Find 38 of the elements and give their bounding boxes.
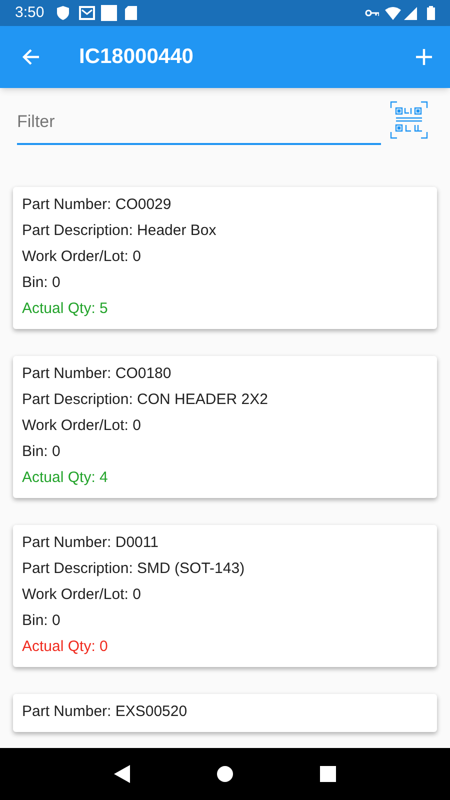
screen-title: IC18000440 (79, 44, 194, 70)
battery-icon (427, 6, 435, 20)
key-icon (365, 9, 379, 17)
wifi-icon (385, 6, 401, 20)
part-detail: Part Description: Header Box (22, 221, 218, 240)
actual-qty: Actual Qty: 0 (22, 637, 109, 656)
part-card[interactable]: Part Number: CO0180 Part Description: CON HEADER 2X2 Work Order/Lot: 0 Bin: 0 Actual Qty: 4 (13, 356, 437, 498)
back-arrow-icon (22, 48, 40, 66)
part-detail: Bin: 0 (22, 611, 62, 630)
actual-qty: Actual Qty: 4 (22, 468, 109, 487)
part-detail: Part Number: D0011 (22, 533, 160, 552)
part-card[interactable]: Part Number: CO0029 Part Description: Header Box Work Order/Lot: 0 Bin: 0 Actual Qty: 5 (13, 187, 437, 329)
plus-icon (416, 49, 432, 65)
nav-recents-icon[interactable] (320, 766, 336, 782)
part-detail: Work Order/Lot: 0 (22, 247, 142, 266)
signal-icon (404, 6, 417, 20)
part-detail: Part Number: EXS00520 (22, 702, 188, 721)
nav-home-icon[interactable] (216, 766, 233, 782)
part-detail: Work Order/Lot: 0 (22, 585, 142, 604)
qr-code-icon (390, 101, 428, 139)
square-icon (101, 5, 118, 21)
part-detail: Work Order/Lot: 0 (22, 416, 142, 435)
scan-button[interactable] (389, 100, 429, 140)
part-card[interactable]: Part Number: EXS00520 (13, 694, 437, 732)
part-detail: Bin: 0 (22, 442, 62, 461)
status-time: 3:50 (15, 2, 44, 23)
part-detail: Part Number: CO0180 (22, 364, 172, 383)
part-detail: Part Number: CO0029 (22, 195, 172, 214)
part-detail: Bin: 0 (22, 273, 62, 292)
filter-field[interactable]: Filter (17, 100, 381, 145)
sd-card-icon (125, 6, 138, 20)
mail-icon (79, 6, 96, 20)
nav-back-icon[interactable] (114, 765, 130, 783)
actual-qty: Actual Qty: 5 (22, 299, 109, 318)
part-card[interactable]: Part Number: D0011 Part Description: SMD (SOT-143) Work Order/Lot: 0 Bin: 0 Actual Qty: 0 (13, 525, 437, 667)
part-detail: Part Description: CON HEADER 2X2 (22, 390, 269, 409)
part-detail: Part Description: SMD (SOT-143) (22, 559, 246, 578)
shield-icon (57, 6, 70, 20)
